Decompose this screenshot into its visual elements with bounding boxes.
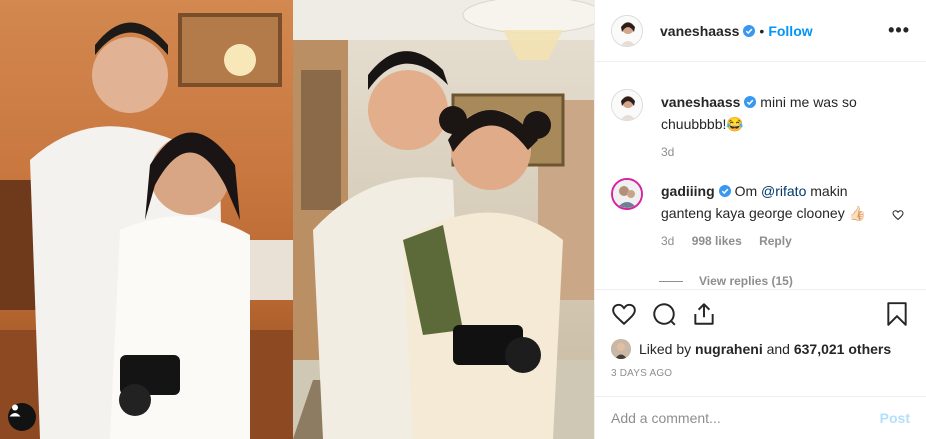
likes-middle: and <box>762 341 794 357</box>
likes-prefix: Liked by <box>639 341 696 357</box>
post-header: vaneshaass • Follow ••• <box>595 0 926 62</box>
post-side-panel: vaneshaass • Follow ••• vaneshaass mini … <box>594 0 926 439</box>
liker-avatar[interactable] <box>611 339 631 359</box>
avatar-image <box>612 90 642 120</box>
photo-right-illustration <box>293 0 594 439</box>
comment-bubble-icon[interactable] <box>651 301 677 327</box>
likes-summary: Liked by nugraheni and 637,021 others <box>611 338 910 360</box>
verified-badge-icon <box>743 24 756 37</box>
save-bookmark-icon[interactable] <box>884 301 910 327</box>
avatar-image <box>611 339 631 359</box>
view-replies-button[interactable]: View replies (15) <box>659 274 910 288</box>
commenter-avatar[interactable] <box>611 178 643 210</box>
comment-likes[interactable]: 998 likes <box>692 234 742 248</box>
post-photo[interactable] <box>0 0 594 439</box>
follow-button[interactable]: Follow <box>768 23 812 39</box>
avatar-image <box>613 180 641 208</box>
caption-age[interactable]: 3d <box>661 145 674 159</box>
tagged-user-icon[interactable] <box>8 403 36 431</box>
action-icons-row <box>611 290 910 338</box>
likes-count[interactable]: 637,021 others <box>794 341 891 357</box>
avatar-image <box>612 15 642 46</box>
photo-left-illustration <box>0 13 293 439</box>
comment-mention[interactable]: @rifato <box>761 183 806 199</box>
post-actions: Liked by nugraheni and 637,021 others 3 … <box>595 289 926 379</box>
caption-username[interactable]: vaneshaass <box>661 94 740 110</box>
caption-meta: 3d <box>661 141 876 163</box>
post-timestamp[interactable]: 3 DAYS AGO <box>611 368 910 379</box>
liker-username[interactable]: nugraheni <box>695 341 763 357</box>
comment-input[interactable] <box>611 410 880 426</box>
comment-username[interactable]: gadiiing <box>661 183 715 199</box>
photo-left-panel <box>0 0 293 439</box>
view-replies-label: View replies (15) <box>699 274 793 288</box>
comment-item: gadiiing Om @rifato makin ganteng kaya g… <box>611 165 910 252</box>
likes-text: Liked by nugraheni and 637,021 others <box>639 341 891 357</box>
like-comment-heart-icon[interactable] <box>892 209 904 221</box>
comment-body: gadiiing Om @rifato makin ganteng kaya g… <box>661 180 876 252</box>
caption-avatar[interactable] <box>611 89 643 121</box>
more-options-icon[interactable]: ••• <box>888 20 910 41</box>
like-heart-icon[interactable] <box>611 301 637 327</box>
author-username[interactable]: vaneshaass <box>660 23 739 39</box>
comment-age[interactable]: 3d <box>661 234 674 248</box>
reply-button[interactable]: Reply <box>759 234 792 248</box>
comments-list[interactable]: vaneshaass mini me was so chuubbbb!😂 3d … <box>595 76 926 288</box>
replies-divider <box>659 280 683 282</box>
caption-body: vaneshaass mini me was so chuubbbb!😂 3d <box>661 91 876 163</box>
verified-badge-icon <box>744 96 757 108</box>
person-icon <box>9 404 21 417</box>
add-comment-bar: Post <box>595 396 926 439</box>
caption: vaneshaass mini me was so chuubbbb!😂 3d <box>611 76 910 163</box>
comment-meta: 3d 998 likes Reply <box>661 230 876 252</box>
header-separator: • <box>759 22 765 39</box>
photo-right-panel <box>293 0 594 439</box>
verified-badge-icon <box>718 185 731 197</box>
author-avatar[interactable] <box>611 14 643 47</box>
share-icon[interactable] <box>691 301 717 327</box>
comment-text-prefix: Om <box>734 183 762 199</box>
post-comment-button[interactable]: Post <box>880 410 910 426</box>
